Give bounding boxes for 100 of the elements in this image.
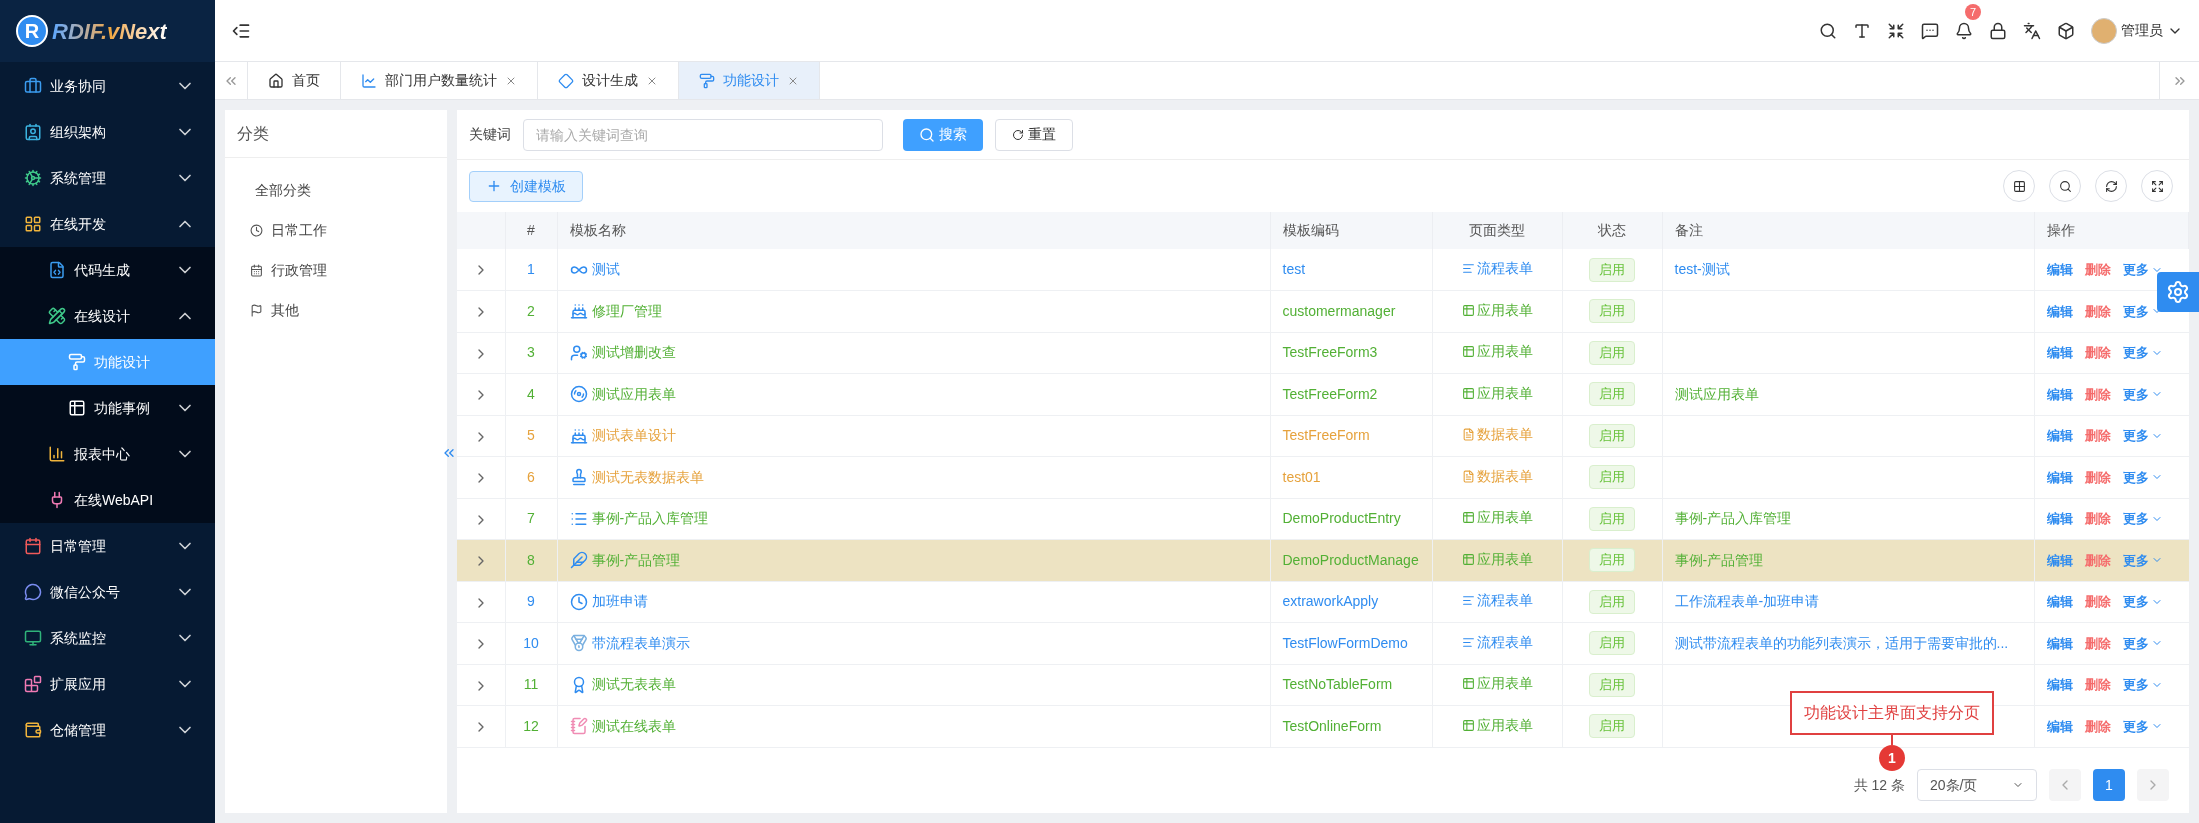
user-menu[interactable]: 管理员 <box>2091 17 2183 44</box>
table-row[interactable]: 3 测试增删改查 TestFreeForm3 应用表单 启用 编辑 删除 更多 <box>457 332 2189 374</box>
diamond-icon <box>558 72 574 89</box>
note-icon <box>569 717 588 736</box>
edit-link[interactable]: 编辑 <box>2046 675 2073 695</box>
edit-link[interactable]: 编辑 <box>2046 467 2073 487</box>
design-icon <box>48 307 66 325</box>
reset-button[interactable]: 重置 <box>995 118 1073 151</box>
table-row[interactable]: 9 加班申请 extraworkApply 流程表单 启用 工作流程表单-加班申请 编辑 删除 更多 <box>457 581 2189 623</box>
list-doc-icon <box>1461 428 1475 442</box>
delete-link[interactable]: 删除 <box>2084 633 2111 653</box>
page-size-select[interactable]: 20条/页 <box>1917 769 2037 801</box>
sidebar-item[interactable]: 功能设计 <box>0 339 215 385</box>
table-cell-text: 应用表单 <box>1476 715 1533 735</box>
more-link[interactable]: 更多 <box>2122 426 2163 446</box>
calendar-icon <box>24 537 42 555</box>
edit-link[interactable]: 编辑 <box>2046 343 2073 363</box>
table-cell: TestNoTableForm <box>1270 664 1432 706</box>
table-cell-text: 应用表单 <box>1476 300 1533 320</box>
table-cell-text: 测试 <box>591 260 620 279</box>
page-button[interactable]: 1 <box>2093 769 2125 801</box>
category-item[interactable]: 全部分类 <box>225 170 447 210</box>
table-cell: customermanager <box>1270 290 1432 332</box>
table-cell: 测试应用表单 <box>1674 385 1759 402</box>
table-row[interactable]: 10 带流程表单演示 TestFlowFormDemo 流程表单 启用 测试带流程表单的功能列表演示，适用于需要审批的... 编辑 删除 更多 <box>457 622 2189 664</box>
tab[interactable]: 功能设计 <box>679 62 820 99</box>
more-link[interactable]: 更多 <box>2122 550 2163 570</box>
more-link[interactable]: 更多 <box>2122 633 2163 653</box>
edit-link[interactable]: 编辑 <box>2046 384 2073 404</box>
briefcase-icon <box>24 77 42 95</box>
edit-link[interactable]: 编辑 <box>2046 550 2073 570</box>
edit-link[interactable]: 编辑 <box>2046 716 2073 736</box>
more-link[interactable]: 更多 <box>2122 716 2163 736</box>
status-tag: 启用 <box>1589 631 1635 656</box>
category-item[interactable]: 日常工作 <box>225 210 447 250</box>
cake-icon <box>569 426 588 445</box>
table-cell: test <box>1270 249 1432 291</box>
more-link[interactable]: 更多 <box>2122 509 2163 529</box>
delete-link[interactable]: 删除 <box>2084 592 2111 612</box>
delete-link[interactable]: 删除 <box>2084 426 2111 446</box>
table-row[interactable]: 4 测试应用表单 TestFreeForm2 应用表单 启用 测试应用表单 编辑 删除 更多 <box>457 373 2189 415</box>
table-cell: 10 <box>505 622 557 664</box>
edit-link[interactable]: 编辑 <box>2046 426 2073 446</box>
more-link[interactable]: 更多 <box>2122 259 2163 280</box>
form-grid-icon <box>1461 303 1475 317</box>
delete-link[interactable]: 删除 <box>2084 301 2111 321</box>
table-cell-text: 带流程表单演示 <box>591 633 690 653</box>
table-row[interactable]: 6 测试无表数据表单 test01 数据表单 启用 编辑 删除 更多 <box>457 456 2189 498</box>
delete-link[interactable]: 删除 <box>2084 384 2111 404</box>
calendar-icon <box>250 263 263 277</box>
more-link[interactable]: 更多 <box>2122 384 2163 404</box>
table-cell: DemoProductEntry <box>1270 498 1432 540</box>
edit-link[interactable]: 编辑 <box>2046 509 2073 529</box>
table-row[interactable]: 1 测试 test 流程表单 启用 test-测试 编辑 删除 更多 <box>457 249 2189 291</box>
table-cell: TestFlowFormDemo <box>1270 622 1432 664</box>
delete-link[interactable]: 删除 <box>2084 259 2111 280</box>
table-cell-text: 测试增删改查 <box>591 343 676 363</box>
delete-link[interactable]: 删除 <box>2084 509 2111 529</box>
sidebar-item[interactable]: 代码生成 <box>0 247 215 293</box>
sidebar-item[interactable]: 功能事例 <box>0 385 215 431</box>
delete-link[interactable]: 删除 <box>2084 716 2111 736</box>
sidebar-item[interactable]: 在线WebAPI <box>0 477 215 523</box>
category-item[interactable]: 其他 <box>225 290 447 330</box>
create-template-button[interactable]: 创建模板 <box>469 170 583 202</box>
table-cell-text: 数据表单 <box>1476 466 1533 486</box>
table-cell: extraworkApply <box>1270 581 1432 623</box>
table-row[interactable]: 5 测试表单设计 TestFreeForm 数据表单 启用 编辑 删除 更多 <box>457 415 2189 457</box>
table-row[interactable]: 7 事例-产品入库管理 DemoProductEntry 应用表单 启用 事例-产品入库管理 编辑 删除 更多 <box>457 498 2189 540</box>
search-button[interactable]: 搜索 <box>903 118 983 151</box>
edit-link[interactable]: 编辑 <box>2046 633 2073 653</box>
keyword-input[interactable]: 请输入关键词查询 <box>523 118 883 151</box>
lines-icon <box>1461 262 1475 275</box>
table-cell: 12 <box>505 705 557 747</box>
sidebar-item[interactable]: 报表中心 <box>0 431 215 477</box>
category-item[interactable]: 行政管理 <box>225 250 447 290</box>
bell-icon[interactable] <box>1955 21 1973 40</box>
form-grid-icon <box>1461 552 1475 566</box>
edit-link[interactable]: 编辑 <box>2046 592 2073 612</box>
delete-link[interactable]: 删除 <box>2084 467 2111 487</box>
edit-link[interactable]: 编辑 <box>2046 259 2073 280</box>
more-link[interactable]: 更多 <box>2122 343 2163 363</box>
table-row[interactable]: 2 修理厂管理 customermanager 应用表单 启用 编辑 删除 更多 <box>457 290 2189 332</box>
table-cell: 工作流程表单-加班申请 <box>1674 593 1820 610</box>
edit-link[interactable]: 编辑 <box>2046 301 2073 321</box>
delete-link[interactable]: 删除 <box>2084 343 2111 363</box>
table-cell-text: 测试无表数据表单 <box>591 467 704 487</box>
table-cell: TestFreeForm <box>1270 415 1432 457</box>
more-link[interactable]: 更多 <box>2122 467 2163 487</box>
delete-link[interactable]: 删除 <box>2084 550 2111 570</box>
sidebar-item[interactable]: 在线设计 <box>0 293 215 339</box>
more-link[interactable]: 更多 <box>2122 592 2163 612</box>
delete-link[interactable]: 删除 <box>2084 675 2111 695</box>
lines-icon <box>1461 635 1475 649</box>
table-row[interactable]: 8 事例-产品管理 DemoProductManage 应用表单 启用 事例-产品管理 编辑 删除 更多 <box>457 539 2189 581</box>
more-link[interactable]: 更多 <box>2122 301 2163 321</box>
settings-icon[interactable] <box>2157 272 2199 312</box>
table-cell: 9 <box>505 581 557 623</box>
paint-roller-icon <box>699 72 715 89</box>
stamp-icon <box>569 468 588 487</box>
more-link[interactable]: 更多 <box>2122 675 2163 695</box>
